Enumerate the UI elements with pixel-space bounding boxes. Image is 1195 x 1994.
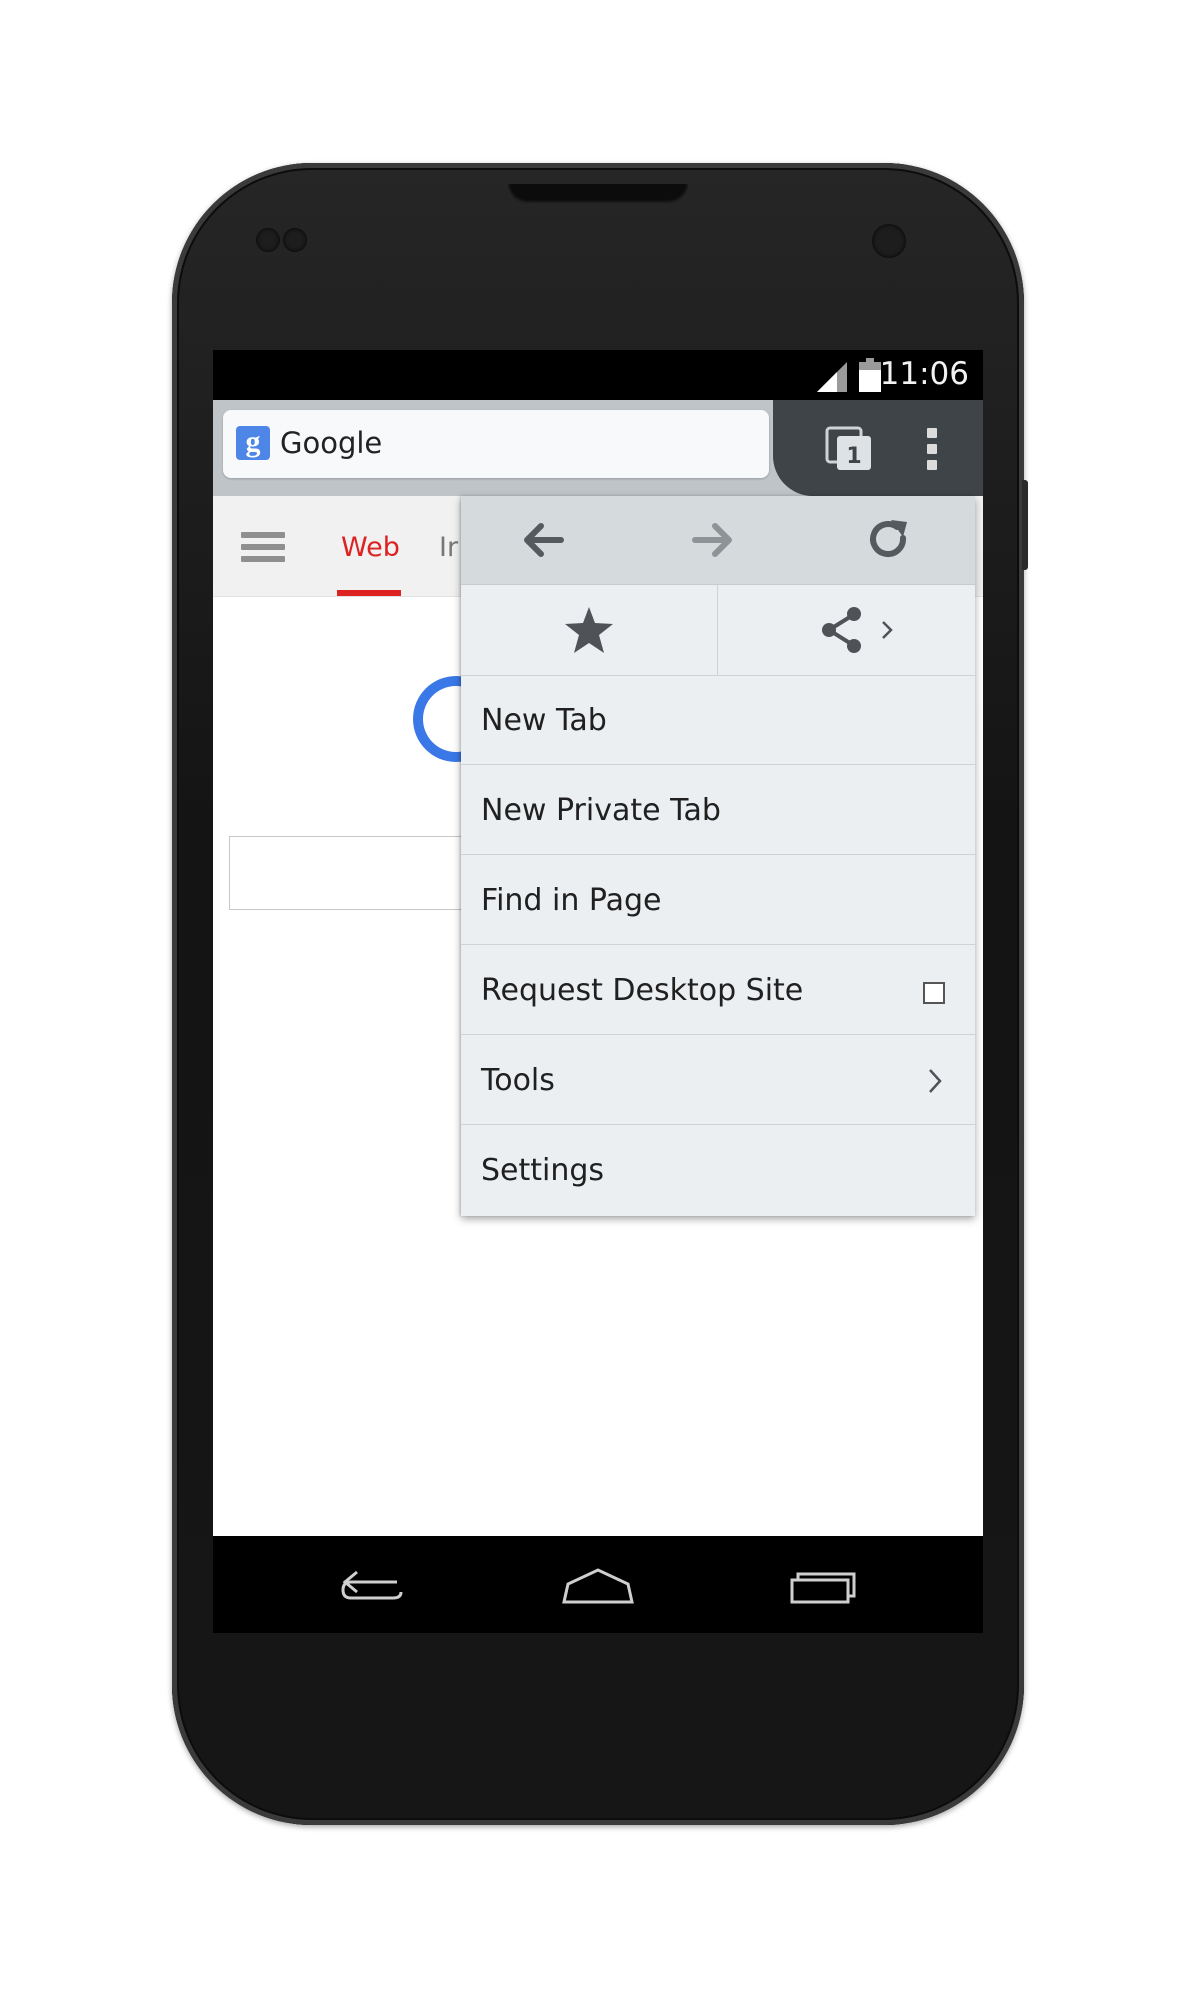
menu-item-tools[interactable]: Tools (461, 1036, 975, 1125)
device-screen: 11:06 g Google 1 Web Ir New Tab New Priv… (213, 350, 983, 1633)
overflow-dot (927, 460, 937, 470)
light-sensor (283, 228, 307, 252)
earpiece-speaker (508, 184, 688, 204)
browser-toolbar: g Google 1 (213, 400, 983, 496)
recents-icon[interactable] (788, 1564, 862, 1608)
signal-icon (817, 362, 847, 392)
menu-item-new-tab[interactable]: New Tab (461, 676, 975, 765)
actions-divider (717, 585, 718, 675)
url-bar[interactable]: g Google (223, 410, 769, 478)
forward-arrow-icon[interactable] (687, 514, 739, 566)
tab-count: 1 (846, 444, 861, 469)
menu-item-label: New Private Tab (481, 793, 721, 828)
tab-web[interactable]: Web (341, 532, 400, 563)
front-camera (872, 224, 906, 258)
chevron-right-icon (929, 1069, 942, 1093)
menu-actions-row (461, 585, 975, 676)
tabs-switcher-icon[interactable]: 1 (825, 426, 875, 472)
overflow-dot (927, 428, 937, 438)
menu-item-new-private-tab[interactable]: New Private Tab (461, 766, 975, 855)
status-time: 11:06 (879, 356, 969, 392)
menu-item-label: Find in Page (481, 883, 662, 918)
status-bar: 11:06 (213, 350, 983, 400)
menu-item-label: New Tab (481, 703, 607, 738)
menu-item-find-in-page[interactable]: Find in Page (461, 856, 975, 945)
power-button (1022, 480, 1028, 570)
menu-item-label: Settings (481, 1153, 605, 1188)
url-text: Google (280, 426, 383, 460)
overflow-dot (927, 444, 937, 454)
battery-icon (859, 358, 881, 392)
back-arrow-icon[interactable] (517, 514, 569, 566)
share-icon[interactable] (819, 605, 899, 655)
hamburger-line (241, 544, 285, 550)
menu-item-label: Tools (481, 1063, 555, 1098)
system-nav-bar (213, 1536, 983, 1633)
back-icon[interactable] (337, 1564, 407, 1608)
hamburger-icon[interactable] (241, 532, 285, 562)
hamburger-line (241, 532, 285, 538)
desktop-site-checkbox[interactable] (923, 982, 945, 1004)
menu-item-request-desktop-site[interactable]: Request Desktop Site (461, 946, 975, 1035)
active-tab-indicator (337, 590, 401, 596)
proximity-sensor (256, 228, 280, 252)
browser-overflow-menu: New Tab New Private Tab Find in Page Req… (461, 496, 975, 1216)
bookmark-star-icon[interactable] (563, 605, 615, 655)
toolbar-actions-area (773, 400, 983, 496)
tab-images[interactable]: Ir (439, 532, 458, 563)
home-icon[interactable] (558, 1564, 638, 1608)
menu-item-label: Request Desktop Site (481, 973, 804, 1008)
menu-item-settings[interactable]: Settings (461, 1126, 975, 1215)
reload-icon[interactable] (863, 514, 915, 566)
overflow-menu-icon[interactable] (921, 424, 943, 474)
hamburger-line (241, 556, 285, 562)
google-favicon-icon: g (236, 426, 270, 460)
menu-navigation-row (461, 496, 975, 585)
